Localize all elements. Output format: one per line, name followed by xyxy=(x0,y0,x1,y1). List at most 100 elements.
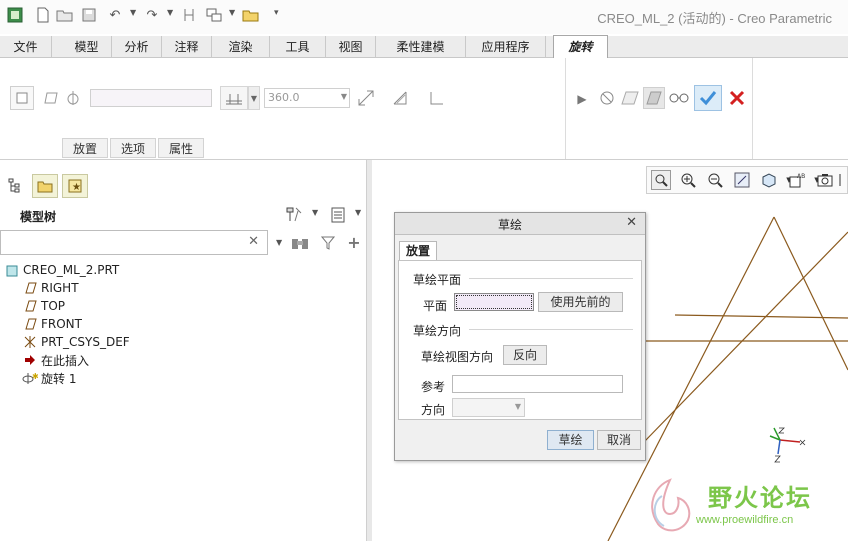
verify-glasses-icon[interactable] xyxy=(668,88,690,108)
flip-button[interactable]: 反向 xyxy=(503,345,547,365)
cancel-button[interactable]: 取消 xyxy=(597,430,641,450)
forum-watermark: 野火论坛 www.proewildfire.cn xyxy=(640,474,848,541)
angle-type-dropdown-icon[interactable]: ▼ xyxy=(248,86,260,110)
solid-icon[interactable] xyxy=(10,86,34,110)
svg-text:✱: ✱ xyxy=(32,372,38,381)
new-file-icon[interactable] xyxy=(34,6,52,24)
redo-dropdown-icon[interactable]: ▼ xyxy=(167,8,173,17)
insert-arrow-icon xyxy=(22,354,38,366)
subtab-properties[interactable]: 属性 xyxy=(158,138,204,158)
use-previous-button[interactable]: 使用先前的 xyxy=(538,292,623,312)
part-icon xyxy=(4,264,20,277)
tab-flexible-modeling[interactable]: 柔性建模 xyxy=(376,36,466,58)
tab-annotate[interactable]: 注释 xyxy=(162,36,212,58)
pause-play-icon[interactable]: ▶ xyxy=(575,90,589,108)
tab-file[interactable]: 文件 xyxy=(0,36,52,58)
close-icon[interactable]: ✕ xyxy=(626,215,637,230)
view-manager-icon[interactable] xyxy=(815,170,835,190)
tab-applications[interactable]: 应用程序 xyxy=(466,36,546,58)
confirm-check-icon[interactable] xyxy=(694,85,722,111)
favorites-tab-icon[interactable]: ★ xyxy=(62,174,88,198)
add-column-icon[interactable]: + xyxy=(344,233,364,252)
creo-window: ↶ ▼ ↷ ▼ ▼ ▾ CREO_ML_2 (活动的) - Creo Param… xyxy=(0,0,848,541)
angle-value-field[interactable]: 360.0 ▼ xyxy=(264,88,350,108)
tree-item-insert-here[interactable]: 在此插入 xyxy=(22,351,89,369)
angle-type-icon[interactable] xyxy=(220,86,248,110)
orientation-select[interactable]: ▼ xyxy=(452,398,525,417)
redo-icon[interactable]: ↷ xyxy=(143,6,161,24)
model-tree-tab-icon[interactable] xyxy=(2,174,28,198)
angle-dropdown-icon[interactable]: ▼ xyxy=(341,92,347,101)
tree-settings-tools-icon[interactable] xyxy=(284,204,304,224)
repaint-icon[interactable] xyxy=(732,170,752,190)
no-preview-icon[interactable] xyxy=(597,88,617,108)
tab-render[interactable]: 渲染 xyxy=(212,36,270,58)
display-style-icon[interactable] xyxy=(759,170,779,190)
close-window-icon[interactable] xyxy=(242,6,260,24)
graphics-toolbar: ▼ AB ▼ xyxy=(646,166,848,194)
svg-text:AB: AB xyxy=(797,173,805,180)
revolve-feature-icon: ✱ xyxy=(22,371,38,385)
tab-tools[interactable]: 工具 xyxy=(270,36,326,58)
tree-item-label: CREO_ML_2.PRT xyxy=(23,263,120,277)
save-icon[interactable] xyxy=(80,6,98,24)
refit-icon[interactable] xyxy=(651,170,671,190)
tab-revolve[interactable]: 旋转 xyxy=(553,35,608,58)
tree-item-right[interactable]: RIGHT xyxy=(22,279,79,297)
dialog-titlebar[interactable]: 草绘 ✕ xyxy=(395,213,645,235)
sketch-ok-button[interactable]: 草绘 xyxy=(547,430,594,450)
surface-icon[interactable] xyxy=(42,88,60,108)
windows-dropdown-icon[interactable]: ▼ xyxy=(229,8,235,17)
tree-item-front[interactable]: FRONT xyxy=(22,315,82,333)
tree-item-part[interactable]: CREO_ML_2.PRT xyxy=(4,261,119,279)
tree-item-label: RIGHT xyxy=(41,281,79,295)
view-direction-label: 草绘视图方向 xyxy=(421,350,494,364)
model-tree-title: 模型树 xyxy=(20,210,57,224)
tree-item-revolve[interactable]: ✱ 旋转 1 xyxy=(22,369,76,387)
chevron-down-icon[interactable]: ▼ xyxy=(515,402,521,411)
customize-qat-icon[interactable]: ▾ xyxy=(274,8,279,18)
tree-item-label: 在此插入 xyxy=(41,353,90,368)
undo-dropdown-icon[interactable]: ▼ xyxy=(130,8,136,17)
tab-placement[interactable]: 放置 xyxy=(399,241,437,261)
search-dropdown-icon[interactable]: ▼ xyxy=(276,238,282,247)
tab-analysis[interactable]: 分析 xyxy=(112,36,162,58)
preview-feature-icon[interactable] xyxy=(643,87,665,109)
datum-plane-icon xyxy=(22,318,38,330)
find-binoculars-icon[interactable] xyxy=(290,234,310,252)
open-folder-icon[interactable] xyxy=(56,6,74,24)
axis-collector-field[interactable] xyxy=(90,89,212,107)
group-sketch-orientation: 草绘方向 xyxy=(413,324,462,338)
saved-orientations-icon[interactable]: AB xyxy=(787,170,807,190)
flip-direction-icon[interactable] xyxy=(356,88,376,108)
tree-show-icon[interactable] xyxy=(328,205,348,225)
plane-collector-field[interactable] xyxy=(454,293,534,311)
folder-browser-tab-icon[interactable] xyxy=(32,174,58,198)
subtab-placement[interactable]: 放置 xyxy=(62,138,108,158)
tree-settings-dropdown-icon[interactable]: ▼ xyxy=(312,208,318,217)
tree-search-input[interactable]: ✕ xyxy=(0,230,268,255)
tab-model[interactable]: 模型 xyxy=(62,36,112,58)
zoom-out-icon[interactable] xyxy=(705,170,725,190)
thicken-icon[interactable] xyxy=(428,88,446,108)
csys-triad-icon xyxy=(769,427,806,463)
remove-material-icon[interactable] xyxy=(390,88,410,108)
filter-icon[interactable] xyxy=(318,234,338,252)
zoom-in-icon[interactable] xyxy=(678,170,698,190)
clear-search-icon[interactable]: ✕ xyxy=(248,234,259,249)
axis-icon[interactable] xyxy=(64,88,82,108)
windows-icon[interactable] xyxy=(205,6,223,24)
subtab-options[interactable]: 选项 xyxy=(110,138,156,158)
preview-attached-icon[interactable] xyxy=(619,88,641,108)
tree-item-top[interactable]: TOP xyxy=(22,297,65,315)
more-tools-icon[interactable] xyxy=(837,170,847,190)
sketch-dialog: 草绘 ✕ 放置 草绘平面 平面 使用先前的 草绘方向 草绘视图方向 反向 参考 … xyxy=(394,212,646,461)
tree-show-dropdown-icon[interactable]: ▼ xyxy=(355,208,361,217)
tree-item-csys[interactable]: PRT_CSYS_DEF xyxy=(22,333,130,351)
cancel-x-icon[interactable] xyxy=(727,88,747,108)
reference-field[interactable] xyxy=(452,375,623,393)
undo-icon[interactable]: ↶ xyxy=(106,6,124,24)
tab-view[interactable]: 视图 xyxy=(326,36,376,58)
regenerate-icon[interactable] xyxy=(180,6,198,24)
group-divider xyxy=(469,329,633,330)
